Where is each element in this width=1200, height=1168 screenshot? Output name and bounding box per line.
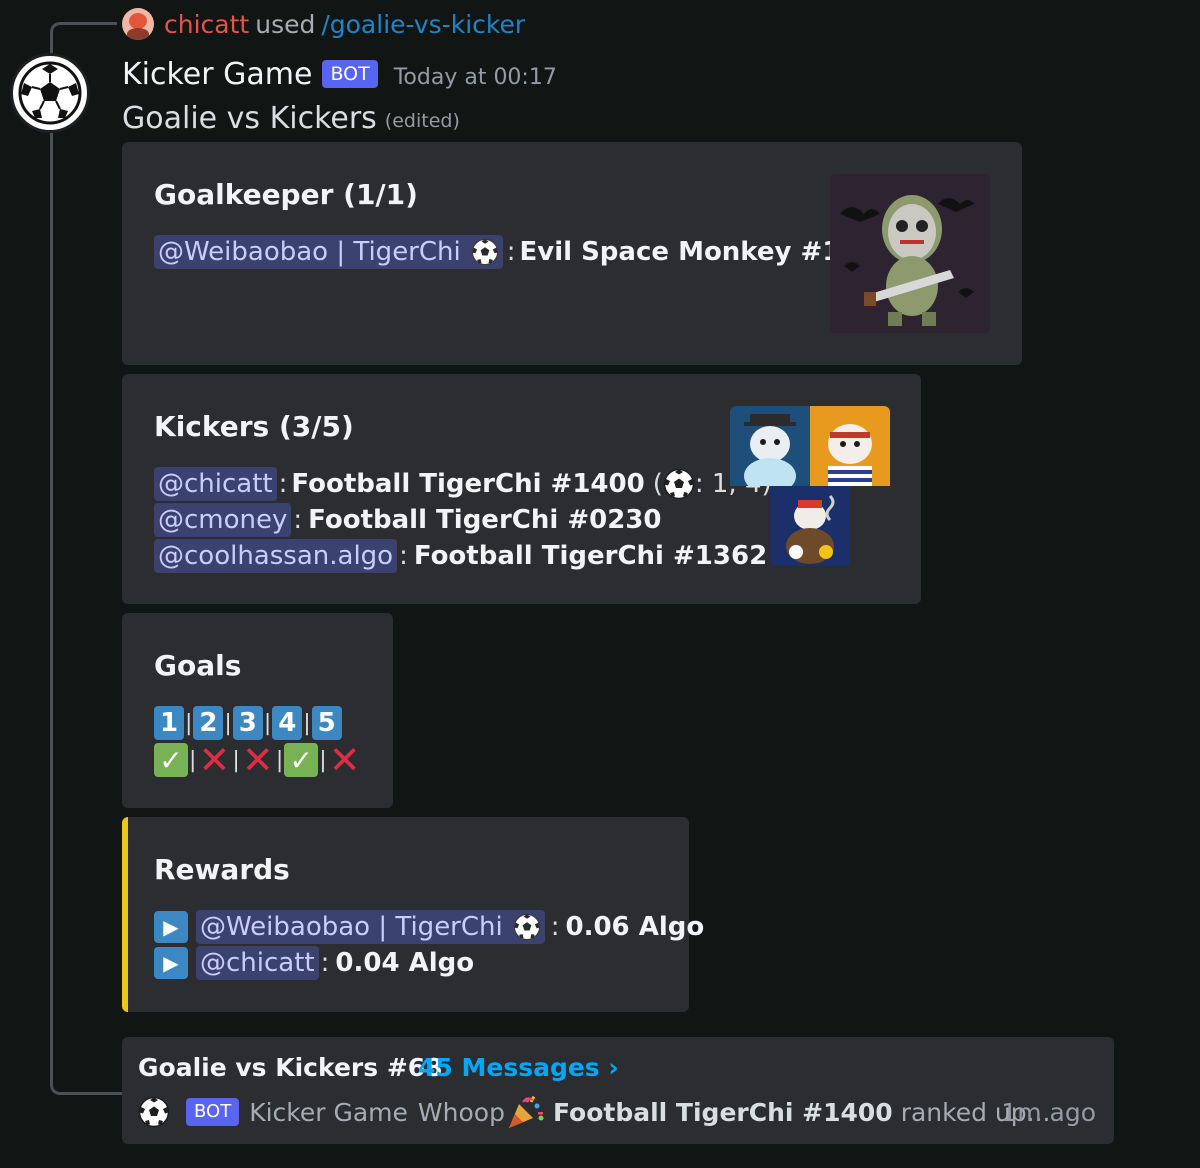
colon: : <box>293 505 303 535</box>
paren-open: ( <box>652 469 663 499</box>
slash-command-name[interactable]: /goalie-vs-kicker <box>321 10 525 39</box>
user-mention[interactable]: @coolhassan.algo <box>154 539 398 573</box>
thread-message-count-link[interactable]: 45 Messages › <box>418 1053 619 1082</box>
embed-title: Goalkeeper (1/1) <box>154 178 418 211</box>
kicker-row: @cmoney : Football TigerChi #0230 <box>154 502 661 538</box>
preview-author: Kicker Game <box>249 1097 408 1127</box>
reply-connector-line <box>50 22 117 55</box>
separator: | <box>303 710 311 736</box>
bot-avatar[interactable] <box>10 53 90 133</box>
message-timestamp[interactable]: Today at 00:17 <box>394 65 557 90</box>
message-text: Goalie vs Kickers <box>122 100 377 136</box>
user-mention[interactable]: @cmoney <box>154 503 292 537</box>
soccer-ball-icon <box>513 913 541 941</box>
soccer-ball-icon <box>663 468 695 500</box>
colon: : <box>278 469 288 499</box>
separator: | <box>185 710 193 736</box>
cross-mark-icon: ✕ <box>241 738 274 782</box>
soccer-ball-icon <box>18 61 82 125</box>
nft-image <box>770 486 850 566</box>
embed-goals: Goals 1 | 2 | 3 | 4 | 5 ✓ | ✕ | ✕ | ✓ | … <box>122 613 393 808</box>
edited-label[interactable]: (edited) <box>385 110 460 132</box>
embed-kickers: Kickers (3/5) @chicatt : Football TigerC… <box>122 374 921 604</box>
kicker-nft-thumbnail[interactable] <box>810 406 890 486</box>
preview-text-start: Whoop <box>417 1097 505 1127</box>
goalkeeper-line: @Weibaobao | TigerChi : Evil Space Monke… <box>154 234 877 270</box>
nft-image <box>810 406 890 486</box>
kicker-nft-thumbnail[interactable] <box>770 486 850 566</box>
reply-used-text: used <box>255 9 316 39</box>
colon: : <box>506 237 516 267</box>
thread-last-activity-time: 1m ago <box>1001 1097 1096 1127</box>
keycap-digit-icon: 4 <box>272 706 303 740</box>
user-mention[interactable]: @Weibaobao | TigerChi <box>196 910 545 944</box>
nft-name: Football TigerChi #0230 <box>308 505 662 535</box>
cross-mark-icon: ✕ <box>198 738 231 782</box>
author-name[interactable]: Kicker Game <box>122 57 312 92</box>
nft-name: Football TigerChi #1400 <box>291 469 645 499</box>
reply-context[interactable]: chicatt used /goalie-vs-kicker <box>122 6 525 42</box>
message-header: Kicker Game BOT Today at 00:17 <box>122 52 557 96</box>
kicker-row: @coolhassan.algo : Football TigerChi #13… <box>154 538 767 574</box>
separator: | <box>319 747 327 773</box>
goal-number-row: 1 | 2 | 3 | 4 | 5 <box>154 705 342 741</box>
keycap-digit-icon: 3 <box>232 706 263 740</box>
check-mark-icon: ✓ <box>284 743 319 777</box>
thread-card[interactable]: Goalie vs Kickers #68 45 Messages › BOT … <box>122 1037 1114 1144</box>
cross-mark-icon: ✕ <box>328 738 361 782</box>
party-popper-icon <box>508 1095 544 1128</box>
separator: | <box>189 747 197 773</box>
reward-row: ▶ @chicatt : 0.04 Algo <box>154 945 474 981</box>
reward-amount: 0.04 Algo <box>335 948 475 978</box>
separator: | <box>224 710 232 736</box>
colon: : <box>320 948 330 978</box>
nft-image <box>730 406 810 486</box>
reward-row: ▶ @Weibaobao | TigerChi : 0.06 Algo <box>154 909 704 945</box>
embed-title: Kickers (3/5) <box>154 410 354 443</box>
soccer-ball-icon <box>138 1096 170 1128</box>
message-content: Goalie vs Kickers (edited) <box>122 98 460 138</box>
keycap-digit-icon: 1 <box>154 706 184 740</box>
embed-title: Rewards <box>154 853 290 886</box>
goal-result-row: ✓ | ✕ | ✕ | ✓ | ✕ <box>154 738 362 782</box>
play-button-icon: ▶ <box>154 911 188 943</box>
replied-user-avatar[interactable] <box>122 8 154 40</box>
user-mention[interactable]: @chicatt <box>154 467 277 501</box>
user-mention[interactable]: @chicatt <box>196 946 319 980</box>
bot-tag: BOT <box>186 1098 240 1126</box>
kicker-row: @chicatt : Football TigerChi #1400 ( : 1… <box>154 466 772 502</box>
user-mention[interactable]: @Weibaobao | TigerChi <box>154 235 503 269</box>
mention-text: @Weibaobao | TigerChi <box>200 912 503 942</box>
separator: | <box>275 747 284 773</box>
check-mark-icon: ✓ <box>154 743 188 777</box>
thread-connector-line <box>50 132 123 1095</box>
soccer-ball-icon <box>471 238 499 266</box>
embed-title: Goals <box>154 649 242 682</box>
play-button-icon: ▶ <box>154 947 188 979</box>
thread-title[interactable]: Goalie vs Kickers #68 <box>138 1053 443 1082</box>
keycap-digit-icon: 5 <box>311 706 342 740</box>
nft-name: Football TigerChi #1362 <box>413 541 768 571</box>
separator: | <box>232 747 240 773</box>
colon: : <box>550 912 560 942</box>
reward-amount: 0.06 Algo <box>565 912 705 942</box>
preview-text-bold: Football TigerChi #1400 <box>552 1097 893 1127</box>
colon: : <box>399 541 408 571</box>
keycap-digit-icon: 2 <box>193 706 224 740</box>
separator: | <box>263 710 272 736</box>
mention-text: @Weibaobao | TigerChi <box>158 237 461 267</box>
embed-accent-bar <box>122 817 128 1012</box>
thread-last-message-preview: BOT Kicker Game Whoop Football TigerChi … <box>138 1095 1050 1129</box>
kicker-nft-thumbnail[interactable] <box>730 406 810 486</box>
embed-rewards: Rewards ▶ @Weibaobao | TigerChi : 0.06 A… <box>122 817 704 1012</box>
nft-image <box>830 174 990 333</box>
goalkeeper-nft-thumbnail[interactable] <box>830 174 990 333</box>
embed-goalkeeper: Goalkeeper (1/1) @Weibaobao | TigerChi :… <box>122 142 1022 365</box>
replied-user-name[interactable]: chicatt <box>164 10 249 39</box>
nft-name: Evil Space Monkey #109 <box>519 237 877 267</box>
bot-tag: BOT <box>322 60 378 88</box>
